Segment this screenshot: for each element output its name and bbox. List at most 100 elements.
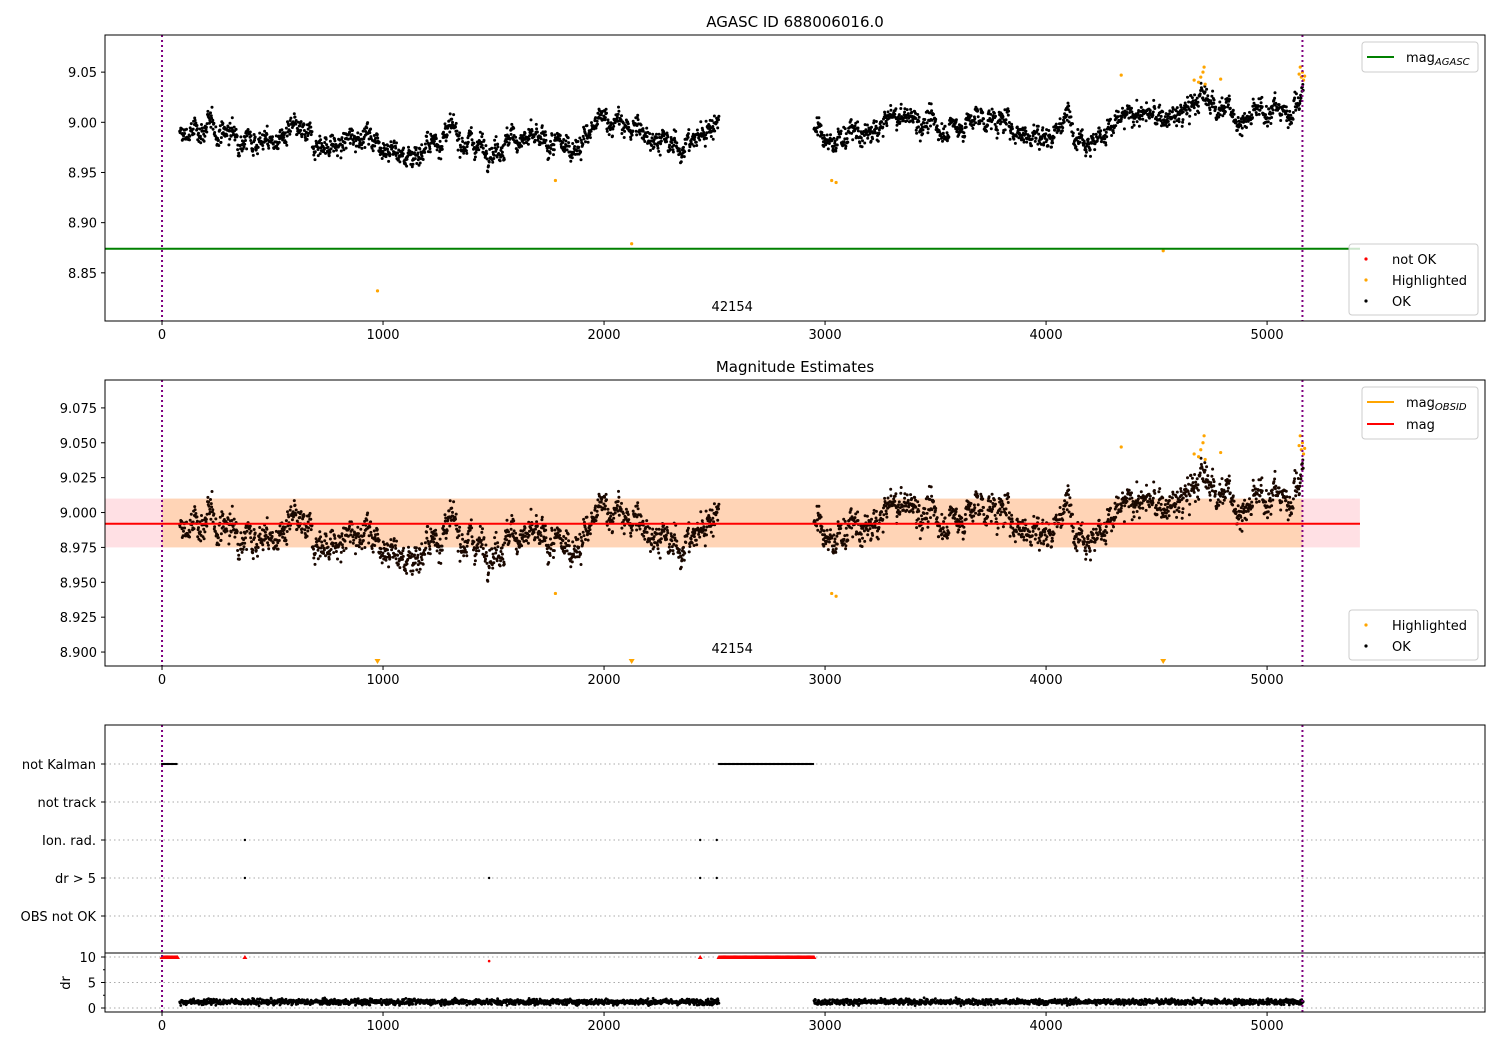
ok-point — [249, 139, 253, 142]
ok-point — [233, 535, 237, 539]
ok-point — [674, 129, 678, 133]
ok-point — [188, 535, 191, 539]
ok-point — [856, 129, 860, 133]
ok-point — [490, 146, 494, 150]
ok-point — [354, 552, 357, 556]
ok-point — [1206, 94, 1210, 98]
ok-point — [665, 537, 669, 541]
ok-point — [665, 525, 669, 529]
ok-point — [1045, 138, 1049, 142]
ok-point — [668, 143, 672, 147]
ok-point — [325, 143, 329, 147]
ok-point — [1067, 488, 1071, 492]
ok-point — [368, 525, 372, 529]
ok-point — [715, 511, 719, 514]
ok-point — [870, 125, 873, 129]
ok-point — [826, 548, 830, 552]
ok-point — [817, 116, 821, 120]
ok-point — [188, 134, 192, 138]
ok-point — [579, 552, 583, 556]
ok-point — [620, 501, 623, 505]
ok-point — [1223, 105, 1227, 109]
ok-point — [1093, 549, 1097, 552]
ok-point — [1022, 535, 1026, 539]
ok-point — [339, 156, 343, 160]
ok-point — [1145, 101, 1148, 105]
ok-point — [916, 113, 920, 116]
ok-point — [971, 126, 975, 130]
ok-point — [885, 512, 888, 516]
ok-point — [678, 551, 682, 555]
ok-point — [211, 118, 215, 122]
ok-point — [1148, 116, 1151, 120]
legend-label: OK — [1392, 295, 1411, 310]
ok-point — [700, 519, 704, 523]
ok-point — [1218, 100, 1222, 104]
ok-point — [822, 544, 826, 548]
ok-point — [473, 559, 477, 563]
ok-point — [670, 539, 674, 543]
ok-point — [352, 538, 356, 542]
ok-point — [451, 510, 454, 514]
ok-point — [195, 124, 199, 127]
ok-point — [964, 517, 968, 521]
ok-point — [362, 531, 366, 535]
ok-point — [638, 132, 642, 136]
ok-point — [1030, 534, 1034, 538]
ok-point — [549, 537, 552, 541]
ok-point — [242, 145, 246, 149]
ok-point — [206, 109, 210, 113]
ok-point — [655, 532, 659, 536]
ok-point — [410, 555, 413, 559]
ok-point — [552, 549, 556, 553]
ok-point — [1185, 111, 1189, 115]
ok-point — [945, 525, 949, 529]
ok-point — [300, 527, 304, 531]
ok-point — [674, 544, 678, 548]
ok-point — [1290, 121, 1293, 125]
ok-point — [630, 528, 634, 532]
ok-point — [620, 526, 624, 530]
ok-point — [845, 137, 849, 141]
ok-point — [1266, 124, 1269, 128]
ok-point — [529, 118, 533, 122]
ok-point — [860, 545, 864, 548]
ok-point — [615, 115, 619, 119]
ok-point — [366, 511, 370, 515]
ok-point — [332, 551, 336, 555]
ok-point — [615, 504, 619, 507]
ok-point — [407, 145, 410, 149]
ok-point — [523, 534, 527, 538]
ok-point — [994, 125, 998, 129]
ok-point — [253, 536, 256, 540]
ok-point — [1104, 130, 1108, 134]
ok-point — [418, 147, 422, 151]
ok-point — [1188, 108, 1192, 112]
ok-point — [1007, 495, 1011, 499]
ok-point — [550, 133, 554, 137]
ok-point — [341, 546, 345, 549]
ok-point — [308, 511, 312, 515]
ok-point — [705, 533, 708, 537]
ok-point — [380, 157, 384, 160]
highlighted-point — [1303, 74, 1307, 78]
ok-point — [1051, 141, 1055, 145]
ok-point — [284, 538, 288, 542]
ok-point — [605, 498, 608, 502]
ok-point — [329, 548, 333, 551]
ok-point — [822, 134, 826, 137]
ok-point — [652, 537, 655, 541]
ok-point — [244, 536, 247, 540]
ok-point — [308, 121, 312, 125]
ok-point — [686, 532, 690, 536]
ok-point — [228, 512, 232, 516]
ok-point — [1196, 104, 1200, 108]
ok-point — [688, 145, 692, 149]
ok-point — [929, 124, 932, 128]
ok-point — [329, 147, 333, 151]
ok-point — [442, 130, 445, 134]
x-tick-label: 2000 — [587, 328, 620, 343]
ok-point — [899, 107, 903, 110]
ok-point — [428, 147, 432, 151]
ok-point — [507, 141, 511, 145]
